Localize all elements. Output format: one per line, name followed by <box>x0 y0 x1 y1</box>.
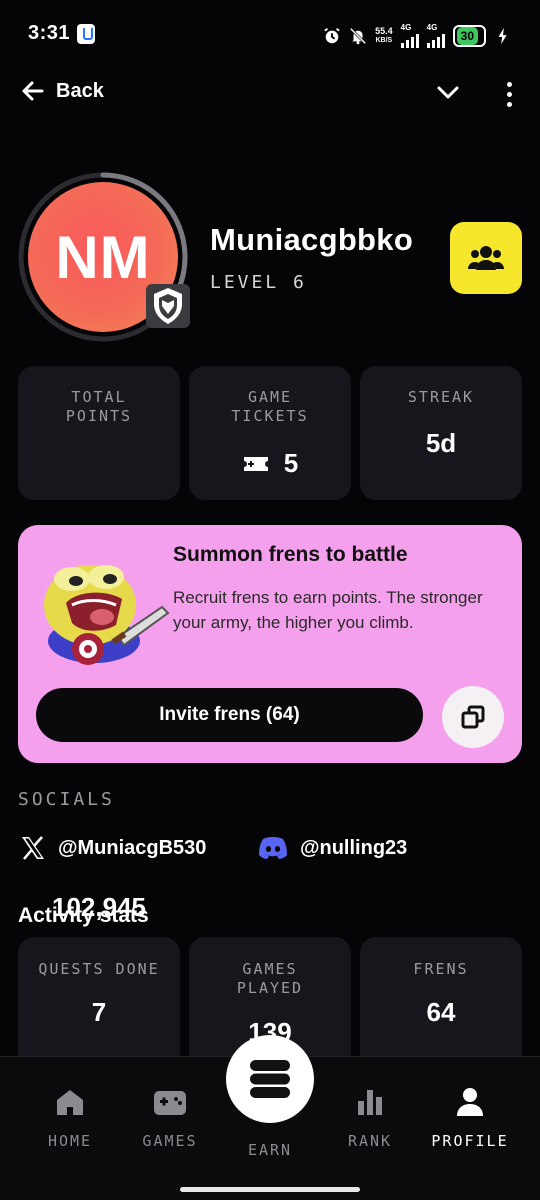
stat-label-line: TOTAL <box>71 388 127 406</box>
signal-bars-icon <box>426 32 445 48</box>
stat-label-line: TICKETS <box>231 407 309 425</box>
stat-card-game-tickets: GAME TICKETS 5 <box>189 366 351 500</box>
nav-earn-button[interactable] <box>226 1035 314 1123</box>
stat-value-row: 5 <box>189 448 351 479</box>
stat-card-streak: STREAK 5d <box>360 366 522 500</box>
battery-level: 30 <box>456 27 478 45</box>
battery-icon: 30 <box>452 25 486 47</box>
activity-label: FRENS <box>413 960 469 978</box>
signal-bars-icon <box>400 32 419 48</box>
users-icon <box>468 246 504 270</box>
stat-label-line: GAME <box>247 388 293 406</box>
discord-handle: @nulling23 <box>300 836 408 859</box>
activity-value: 64 <box>426 997 456 1027</box>
charging-icon <box>498 27 507 45</box>
signal-1-label: 4G <box>400 23 412 32</box>
bottom-nav: HOME GAMES EARN RANK PROFILE <box>0 1035 540 1200</box>
ticket-icon <box>243 456 268 471</box>
stat-label-line: STREAK <box>407 388 475 406</box>
activity-label-line: PLAYED <box>236 979 304 997</box>
alarm-icon <box>324 28 340 44</box>
invite-frens-button[interactable]: Invite frens (64) <box>36 688 423 742</box>
bar-chart-icon <box>358 1090 382 1115</box>
back-label: Back <box>56 79 104 102</box>
network-speed: 55.4 KB/S <box>375 27 393 45</box>
nav-home[interactable]: HOME <box>20 1087 120 1150</box>
stat-label: TOTAL POINTS <box>18 388 180 426</box>
stat-card-total-points: TOTAL POINTS 102,945 <box>18 366 180 922</box>
gamepad-icon <box>154 1091 186 1115</box>
nav-label: EARN <box>247 1141 293 1159</box>
promo-description: Recruit frens to earn points. The strong… <box>173 588 483 632</box>
network-speed-value: 55.4 <box>375 26 393 36</box>
frens-button[interactable] <box>450 222 522 294</box>
shield-badge-icon <box>146 284 190 328</box>
level-label: LEVEL 6 <box>210 272 307 293</box>
nav-label: RANK <box>347 1132 393 1150</box>
x-handle: @MuniacgB530 <box>58 836 207 859</box>
nav-games[interactable]: GAMES <box>120 1087 220 1150</box>
signal-2-label: 4G <box>426 23 438 32</box>
signal-1: 4G <box>400 23 419 48</box>
status-icons: 55.4 KB/S 4G 4G 30 <box>323 24 512 48</box>
status-bar: 3:31 55.4 KB/S 4G 4G 30 <box>0 0 540 68</box>
nav-label: PROFILE <box>431 1132 509 1150</box>
nav-profile[interactable]: PROFILE <box>420 1087 520 1150</box>
activity-label-line: GAMES <box>242 960 298 978</box>
user-icon <box>457 1088 483 1116</box>
nav-label: GAMES <box>142 1132 198 1150</box>
nav-earn[interactable]: EARN <box>220 1131 320 1159</box>
status-time: 3:31 <box>28 22 71 44</box>
chevron-down-icon[interactable] <box>436 84 460 100</box>
arrow-left-icon <box>22 81 44 101</box>
activity-value: 7 <box>91 997 107 1027</box>
stat-label-line: POINTS <box>65 407 133 425</box>
nav-rank[interactable]: RANK <box>320 1087 420 1150</box>
promo-title: Summon frens to battle <box>173 543 408 566</box>
discord-logo-icon <box>259 837 287 859</box>
x-logo-icon <box>22 836 44 860</box>
stat-label: STREAK <box>360 388 522 407</box>
pepe-warrior-illustration <box>44 565 170 665</box>
discord-social-link[interactable]: @nulling23 <box>258 836 407 860</box>
activity-label: QUESTS DONE <box>38 960 160 978</box>
bell-off-icon <box>349 27 367 45</box>
app-notification-icon <box>77 24 95 44</box>
stat-value: 5d <box>425 428 457 458</box>
signal-2: 4G <box>426 23 445 48</box>
activity-label: GAMES PLAYED <box>189 960 351 998</box>
username: Muniacgbbko <box>210 222 414 257</box>
nav-label: HOME <box>47 1132 93 1150</box>
copy-icon <box>461 705 485 729</box>
copy-link-button[interactable] <box>442 686 504 748</box>
stat-label: GAME TICKETS <box>189 388 351 426</box>
invite-promo-card: Summon frens to battle Recruit frens to … <box>18 525 522 763</box>
more-menu-icon[interactable] <box>507 82 512 107</box>
stat-value: 5 <box>283 448 299 478</box>
x-social-link[interactable]: @MuniacgB530 <box>20 836 206 860</box>
back-button[interactable]: Back <box>20 78 104 104</box>
stat-value-row: 5d <box>360 428 522 459</box>
avatar: NM <box>18 172 190 342</box>
network-speed-unit: KB/S <box>375 37 393 44</box>
home-indicator <box>180 1187 360 1192</box>
home-icon <box>57 1090 83 1115</box>
top-nav: Back <box>0 78 540 114</box>
stack-icon <box>250 1060 290 1098</box>
activity-stats-title: Activity stats <box>18 904 149 927</box>
socials-title: SOCIALS <box>18 789 115 810</box>
